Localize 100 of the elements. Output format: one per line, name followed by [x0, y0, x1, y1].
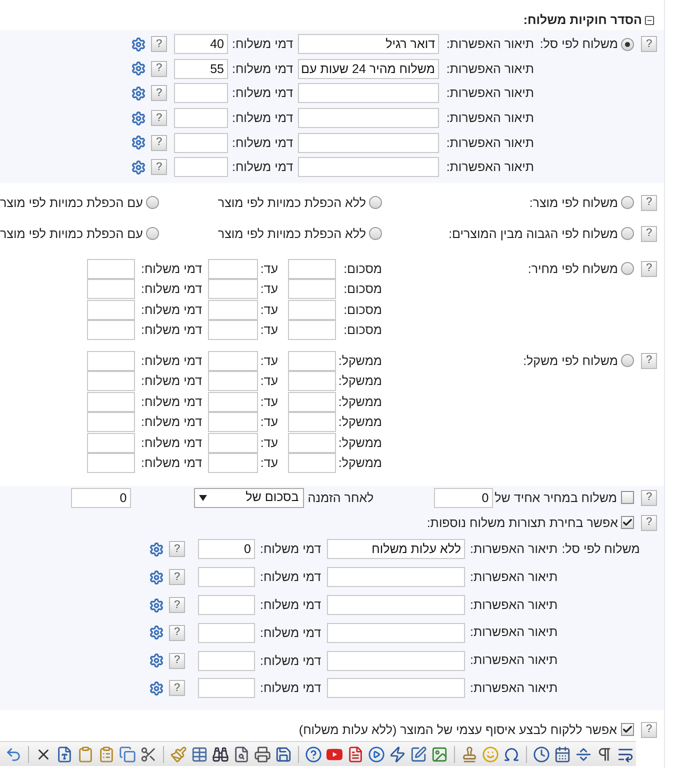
copy-icon[interactable] — [119, 746, 136, 763]
brush-icon[interactable] — [170, 746, 187, 763]
help-icon[interactable] — [305, 746, 322, 763]
table-icon[interactable] — [191, 746, 208, 763]
word-paste-icon[interactable] — [56, 746, 73, 763]
input-field[interactable] — [298, 157, 439, 178]
help-button[interactable]: ? — [641, 352, 657, 369]
help-button[interactable]: ? — [151, 159, 167, 176]
input-field[interactable] — [288, 320, 336, 340]
input-field[interactable] — [298, 108, 439, 128]
input-field[interactable] — [198, 567, 255, 588]
input-field[interactable] — [208, 392, 258, 412]
input-field[interactable] — [208, 350, 258, 371]
settings-icon[interactable] — [149, 570, 164, 585]
input-field[interactable] — [288, 392, 336, 412]
document-icon[interactable] — [347, 746, 364, 763]
input-field[interactable] — [208, 412, 258, 432]
input-field[interactable] — [208, 453, 258, 474]
help-button[interactable]: ? — [151, 85, 167, 102]
help-button[interactable]: ? — [169, 597, 185, 614]
input-field[interactable] — [288, 300, 336, 320]
input-field[interactable] — [327, 622, 465, 643]
input-field[interactable] — [327, 678, 465, 698]
radio-button[interactable] — [146, 227, 159, 240]
input-field[interactable]: 0 — [70, 488, 131, 508]
help-button[interactable]: ? — [641, 514, 657, 531]
input-field[interactable] — [288, 412, 336, 432]
image-icon[interactable] — [431, 746, 448, 763]
input-field[interactable] — [208, 432, 258, 453]
input-field[interactable]: משלוח מהיר 24 שעות עם — [298, 58, 439, 79]
collapse-icon[interactable] — [644, 15, 655, 26]
find-icon[interactable] — [212, 746, 229, 763]
help-button[interactable]: ? — [641, 36, 657, 52]
checkbox[interactable] — [621, 723, 634, 736]
input-field[interactable] — [298, 83, 439, 104]
checkbox[interactable] — [621, 516, 634, 530]
settings-icon[interactable] — [131, 36, 146, 52]
input-field[interactable]: דואר רגיל — [298, 34, 439, 54]
input-field[interactable] — [87, 258, 135, 279]
input-field[interactable]: 40 — [174, 34, 228, 54]
input-field[interactable] — [174, 108, 228, 128]
help-button[interactable]: ? — [169, 680, 185, 696]
input-field[interactable] — [288, 350, 336, 371]
input-field[interactable] — [327, 567, 465, 588]
input-field[interactable] — [87, 350, 135, 371]
input-field[interactable] — [327, 650, 465, 671]
input-field[interactable] — [87, 300, 135, 320]
input-field[interactable]: 0 — [198, 539, 255, 560]
settings-icon[interactable] — [131, 135, 146, 150]
edit-icon[interactable] — [410, 746, 427, 763]
input-field[interactable] — [288, 371, 336, 392]
input-field[interactable] — [174, 157, 228, 178]
help-button[interactable]: ? — [151, 36, 167, 52]
input-field[interactable] — [288, 279, 336, 300]
radio-button[interactable] — [621, 354, 634, 368]
input-field[interactable]: 0 — [434, 488, 493, 508]
radio-button[interactable] — [369, 227, 382, 240]
cut-icon[interactable] — [140, 746, 157, 763]
help-button[interactable]: ? — [169, 541, 185, 558]
help-button[interactable]: ? — [169, 624, 185, 641]
undo-icon[interactable] — [5, 746, 22, 763]
help-button[interactable]: ? — [169, 569, 185, 586]
input-field[interactable] — [174, 83, 228, 104]
input-field[interactable] — [327, 595, 465, 616]
page-break-icon[interactable] — [575, 746, 592, 763]
input-field[interactable] — [87, 412, 135, 432]
clock-icon[interactable] — [533, 746, 550, 763]
input-field[interactable]: ללא עלות משלוח — [327, 539, 465, 560]
omega-icon[interactable] — [503, 746, 520, 763]
settings-icon[interactable] — [131, 160, 146, 175]
help-button[interactable]: ? — [641, 490, 657, 506]
input-field[interactable] — [208, 258, 258, 279]
input-field[interactable] — [198, 622, 255, 643]
input-field[interactable] — [87, 453, 135, 474]
help-button[interactable]: ? — [641, 194, 657, 211]
input-field[interactable] — [87, 371, 135, 392]
help-button[interactable]: ? — [151, 110, 167, 126]
input-field[interactable]: 55 — [174, 58, 228, 79]
radio-button[interactable] — [146, 196, 159, 210]
help-button[interactable]: ? — [151, 134, 167, 151]
input-field[interactable] — [198, 650, 255, 671]
settings-icon[interactable] — [149, 542, 164, 557]
settings-icon[interactable] — [131, 86, 146, 101]
settings-icon[interactable] — [131, 61, 146, 76]
radio-button[interactable] — [621, 196, 634, 210]
help-button[interactable]: ? — [151, 60, 167, 77]
condition-select[interactable]: בסכום של — [194, 488, 304, 508]
input-field[interactable] — [174, 132, 228, 153]
checkbox[interactable] — [621, 491, 634, 504]
flash-icon[interactable] — [389, 746, 406, 763]
settings-icon[interactable] — [149, 680, 164, 696]
radio-button[interactable] — [369, 196, 382, 210]
input-field[interactable] — [288, 453, 336, 474]
paragraph-icon[interactable] — [596, 746, 613, 763]
print-icon[interactable] — [254, 746, 271, 763]
input-field[interactable] — [208, 279, 258, 300]
help-button[interactable]: ? — [169, 652, 185, 669]
help-button[interactable]: ? — [641, 260, 657, 277]
radio-button[interactable] — [621, 262, 634, 276]
input-field[interactable] — [87, 320, 135, 340]
